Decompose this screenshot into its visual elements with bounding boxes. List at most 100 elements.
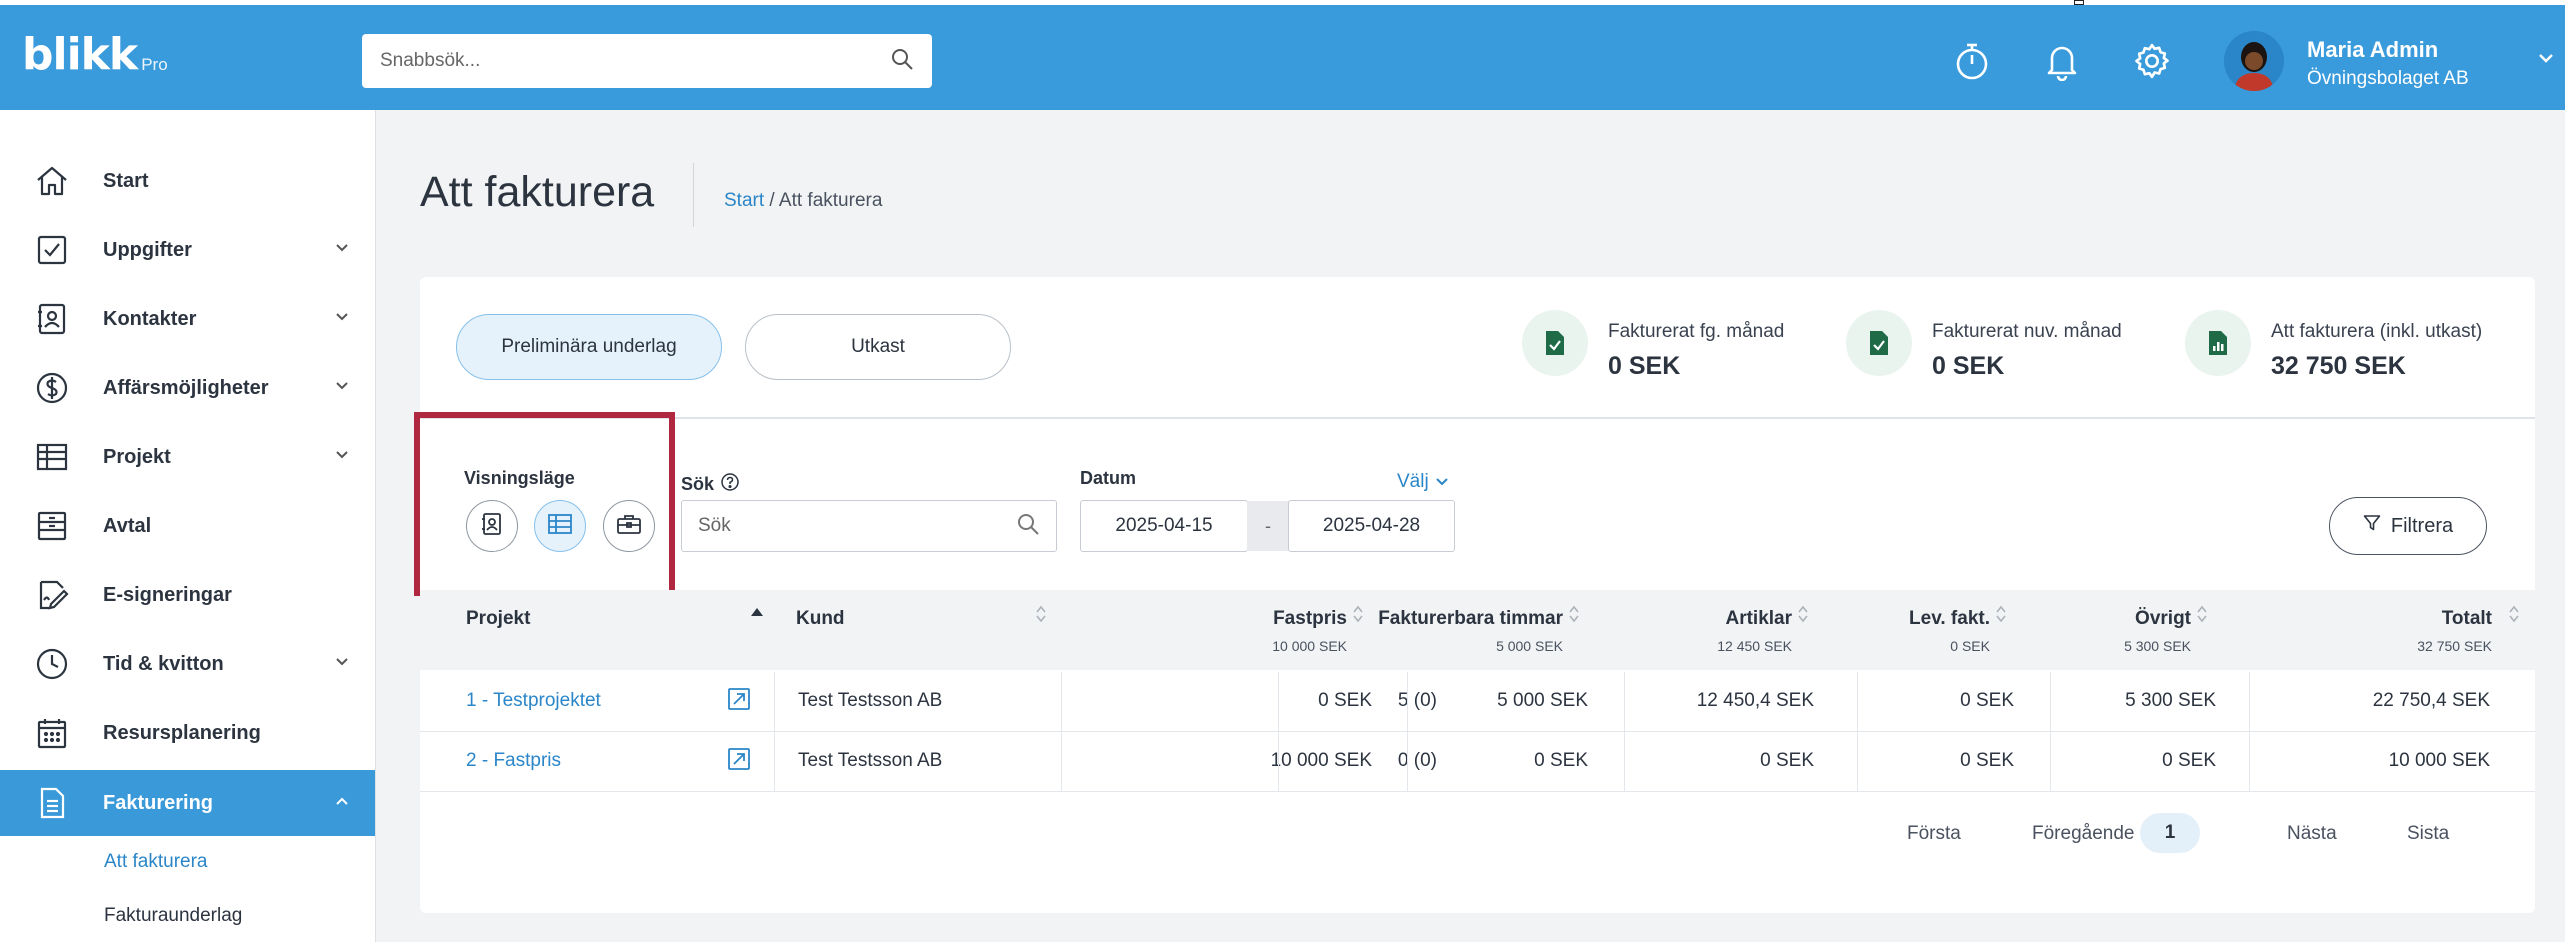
- articles-cell: 12 450,4 SEK: [1696, 690, 1814, 711]
- logo[interactable]: blikk Pro: [22, 33, 168, 77]
- breadcrumb-link-start[interactable]: Start: [724, 190, 764, 211]
- logo-sub: Pro: [141, 55, 168, 74]
- column-header-fakturerbara-timmar[interactable]: Fakturerbara timmar: [1378, 608, 1563, 630]
- fixed-price-cell: 10 000 SEK: [1270, 750, 1372, 771]
- hours-cell: 0 (0): [1397, 750, 1437, 771]
- sort-icon[interactable]: [1568, 604, 1580, 629]
- column-header-kund[interactable]: Kund: [796, 608, 845, 630]
- sidebar-item-avtal[interactable]: Avtal: [0, 493, 375, 559]
- fixed-price-cell: 0 SEK: [1318, 690, 1372, 711]
- search-field[interactable]: [681, 500, 1057, 552]
- column-header-totalt[interactable]: Totalt: [2442, 608, 2492, 630]
- table-row: 2 - Fastpris Test Testsson AB 10 000 SEK…: [420, 732, 2535, 792]
- chevron-down-icon: [335, 309, 349, 327]
- pagination-first[interactable]: Första: [1907, 823, 1961, 845]
- project-link[interactable]: 1 - Testprojektet: [466, 690, 601, 712]
- sidebar-item-label: Tid & kvitton: [103, 652, 224, 675]
- date-pick-dropdown[interactable]: Välj: [1397, 471, 1449, 493]
- search-input[interactable]: [698, 515, 1016, 537]
- gear-icon[interactable]: [2130, 39, 2174, 83]
- project-link[interactable]: 2 - Fastpris: [466, 750, 561, 772]
- column-header-lev-fakt[interactable]: Lev. fakt.: [1909, 608, 1990, 630]
- date-label: Datum: [1080, 468, 1137, 488]
- pagination-next[interactable]: Nästa: [2287, 823, 2337, 845]
- view-mode-contact-button[interactable]: [466, 500, 518, 552]
- chevron-down-icon[interactable]: [2538, 51, 2554, 69]
- column-divider: [2050, 732, 2051, 792]
- avatar[interactable]: [2224, 31, 2284, 91]
- tab-preliminara-underlag[interactable]: Preliminära underlag: [456, 314, 722, 380]
- view-mode-briefcase-button[interactable]: [603, 500, 655, 552]
- column-divider: [2249, 672, 2250, 732]
- user-company: Övningsbolaget AB: [2307, 68, 2469, 89]
- stat-value: 32 750 SEK: [2271, 352, 2406, 380]
- view-mode-label: Visningsläge: [464, 468, 575, 488]
- timer-icon[interactable]: [1950, 39, 1994, 83]
- help-icon[interactable]: [720, 472, 740, 497]
- sidebar-item-e-signeringar[interactable]: E-signeringar: [0, 562, 375, 628]
- search-label-text: Sök: [681, 474, 715, 494]
- column-divider: [1624, 672, 1625, 732]
- column-sum-artiklar: 12 450 SEK: [1717, 638, 1792, 654]
- delivery-cell: 0 SEK: [1960, 750, 2014, 771]
- sidebar-item-resursplanering[interactable]: Resursplanering: [0, 700, 375, 766]
- date-to-field[interactable]: 2025-04-28: [1288, 500, 1455, 552]
- column-header-artiklar[interactable]: Artiklar: [1725, 608, 1792, 630]
- sidebar-item-affarsmojligheter[interactable]: Affärsmöjligheter: [0, 355, 375, 421]
- column-divider: [774, 672, 775, 732]
- sidebar-item-projekt[interactable]: Projekt: [0, 424, 375, 490]
- chevron-down-icon: [1435, 471, 1449, 493]
- sidebar-item-kontakter[interactable]: Kontakter: [0, 286, 375, 352]
- search-label: Sök: [681, 472, 740, 497]
- pagination-current-page[interactable]: 1: [2140, 813, 2200, 853]
- breadcrumb: Start / Att fakturera: [724, 190, 882, 212]
- date-to-value[interactable]: 2025-04-28: [1289, 515, 1454, 537]
- external-link-icon[interactable]: [727, 687, 751, 716]
- chevron-down-icon: [335, 654, 349, 672]
- table-row: 1 - Testprojektet Test Testsson AB 0 SEK…: [420, 672, 2535, 732]
- column-sum-totalt: 32 750 SEK: [2417, 638, 2492, 654]
- sort-asc-icon[interactable]: [750, 604, 764, 622]
- signature-icon: [34, 577, 70, 613]
- sidebar-subitem-att-fakturera[interactable]: Att fakturera: [104, 851, 208, 873]
- user-info[interactable]: Maria Admin Övningsbolaget AB: [2307, 37, 2469, 90]
- sort-icon[interactable]: [1797, 604, 1809, 629]
- sidebar-item-tid-kvitton[interactable]: Tid & kvitton: [0, 631, 375, 697]
- sidebar-item-uppgifter[interactable]: Uppgifter: [0, 217, 375, 283]
- sidebar-subitem-fakturaunderlag[interactable]: Fakturaunderlag: [104, 905, 242, 927]
- quick-search-input[interactable]: [380, 50, 890, 72]
- sidebar-item-start[interactable]: Start: [0, 148, 375, 214]
- contact-view-icon: [481, 512, 503, 541]
- column-sum-ovrigt: 5 300 SEK: [2124, 638, 2191, 654]
- sidebar-item-label: Fakturering: [103, 791, 214, 814]
- sort-icon[interactable]: [1352, 604, 1364, 629]
- pagination-last[interactable]: Sista: [2407, 823, 2449, 845]
- date-from-value[interactable]: 2025-04-15: [1081, 515, 1247, 537]
- doc-check-icon: [1846, 310, 1912, 376]
- sort-icon[interactable]: [1035, 604, 1047, 629]
- column-header-projekt[interactable]: Projekt: [466, 608, 530, 630]
- sidebar-item-label: E-signeringar: [103, 583, 232, 606]
- bell-icon[interactable]: [2040, 39, 2084, 83]
- chevron-down-icon: [335, 447, 349, 465]
- tab-utkast[interactable]: Utkast: [745, 314, 1011, 380]
- search-icon[interactable]: [890, 47, 914, 76]
- quick-search[interactable]: [362, 34, 932, 88]
- filter-button[interactable]: Filtrera: [2329, 497, 2487, 555]
- column-header-fastpris[interactable]: Fastpris: [1273, 608, 1347, 630]
- external-link-icon[interactable]: [727, 747, 751, 776]
- date-from-field[interactable]: 2025-04-15: [1080, 500, 1248, 552]
- column-header-ovrigt[interactable]: Övrigt: [2135, 608, 2191, 630]
- sort-icon[interactable]: [2508, 604, 2520, 629]
- view-mode-table-button[interactable]: [534, 500, 586, 552]
- articles-cell: 0 SEK: [1760, 750, 1814, 771]
- sort-icon[interactable]: [1995, 604, 2007, 629]
- search-icon[interactable]: [1016, 512, 1040, 541]
- table-header: Projekt Kund Fastpris 10 000 SEK Fakture…: [420, 590, 2535, 670]
- sidebar-item-label: Uppgifter: [103, 238, 192, 261]
- sidebar-item-fakturering[interactable]: Fakturering: [0, 770, 375, 836]
- sort-icon[interactable]: [2196, 604, 2208, 629]
- doc-check-icon: [1522, 310, 1588, 376]
- user-name: Maria Admin: [2307, 37, 2439, 62]
- pagination-previous[interactable]: Föregående: [2032, 823, 2134, 845]
